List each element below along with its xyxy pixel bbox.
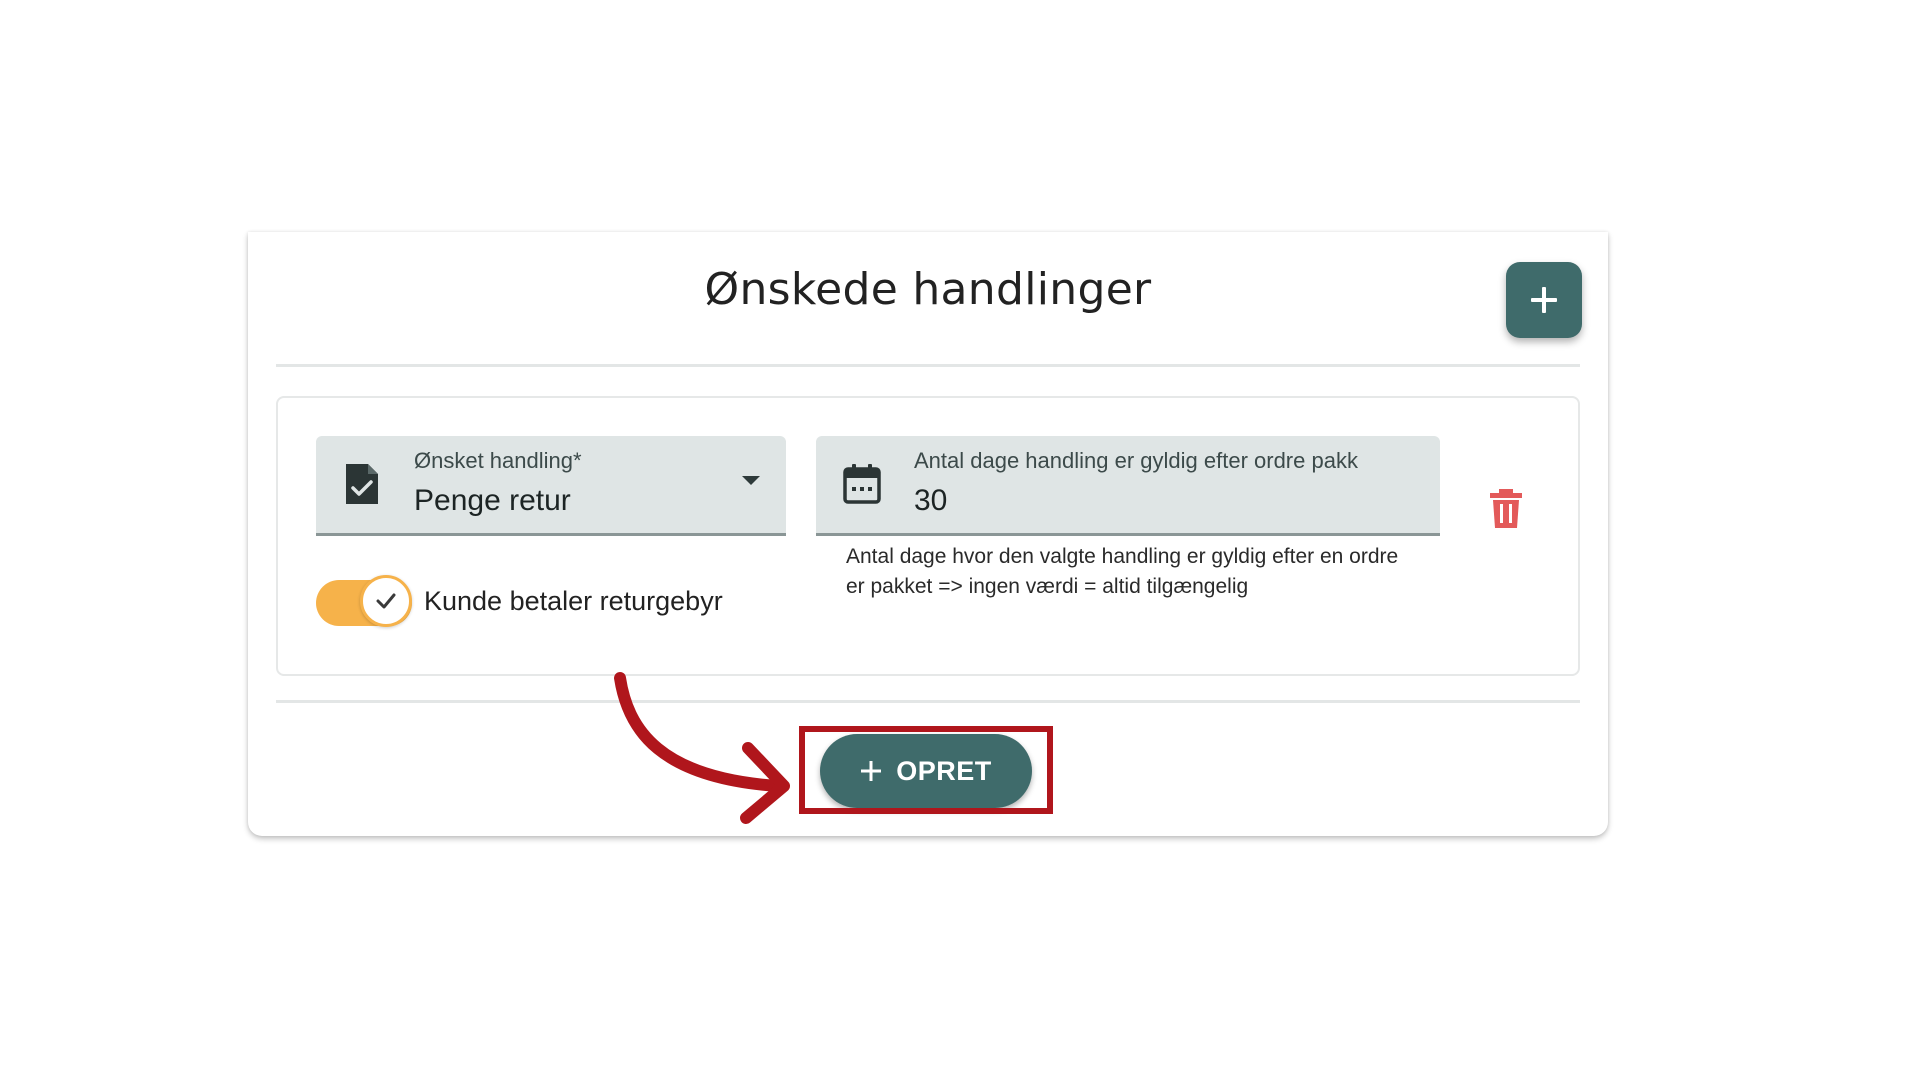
action-item: Ønsket handling* Penge retur Antal dage … [276, 396, 1580, 676]
action-select-label: Ønsket handling* [414, 448, 582, 473]
calendar-icon [843, 464, 881, 504]
valid-days-helper-text: Antal dage hvor den valgte handling er g… [846, 545, 1399, 598]
screen: Ønskede handlinger Ønsket handling* Peng… [0, 0, 1920, 1080]
valid-days-field[interactable]: Antal dage handling er gyldig efter ordr… [816, 436, 1440, 536]
return-fee-toggle[interactable] [316, 574, 412, 630]
divider [276, 364, 1580, 367]
divider [276, 700, 1580, 703]
plus-icon [1531, 287, 1557, 313]
toggle-thumb [360, 575, 412, 627]
check-icon [376, 593, 396, 609]
return-fee-label: Kunde betaler returgebyr [424, 586, 723, 616]
card-title: Ønskede handlinger [704, 264, 1152, 315]
trash-icon [1490, 489, 1522, 528]
document-check-icon [346, 464, 378, 504]
annotation-arrow-icon [614, 672, 790, 824]
chevron-down-icon [742, 476, 760, 485]
add-action-button[interactable] [1506, 262, 1582, 338]
valid-days-label: Antal dage handling er gyldig efter ordr… [914, 448, 1358, 473]
action-select[interactable]: Ønsket handling* Penge retur [316, 436, 786, 536]
highlight-box [799, 726, 1053, 814]
action-select-value: Penge retur [414, 484, 571, 517]
delete-action-button[interactable] [1486, 486, 1526, 530]
valid-days-value: 30 [914, 484, 948, 517]
